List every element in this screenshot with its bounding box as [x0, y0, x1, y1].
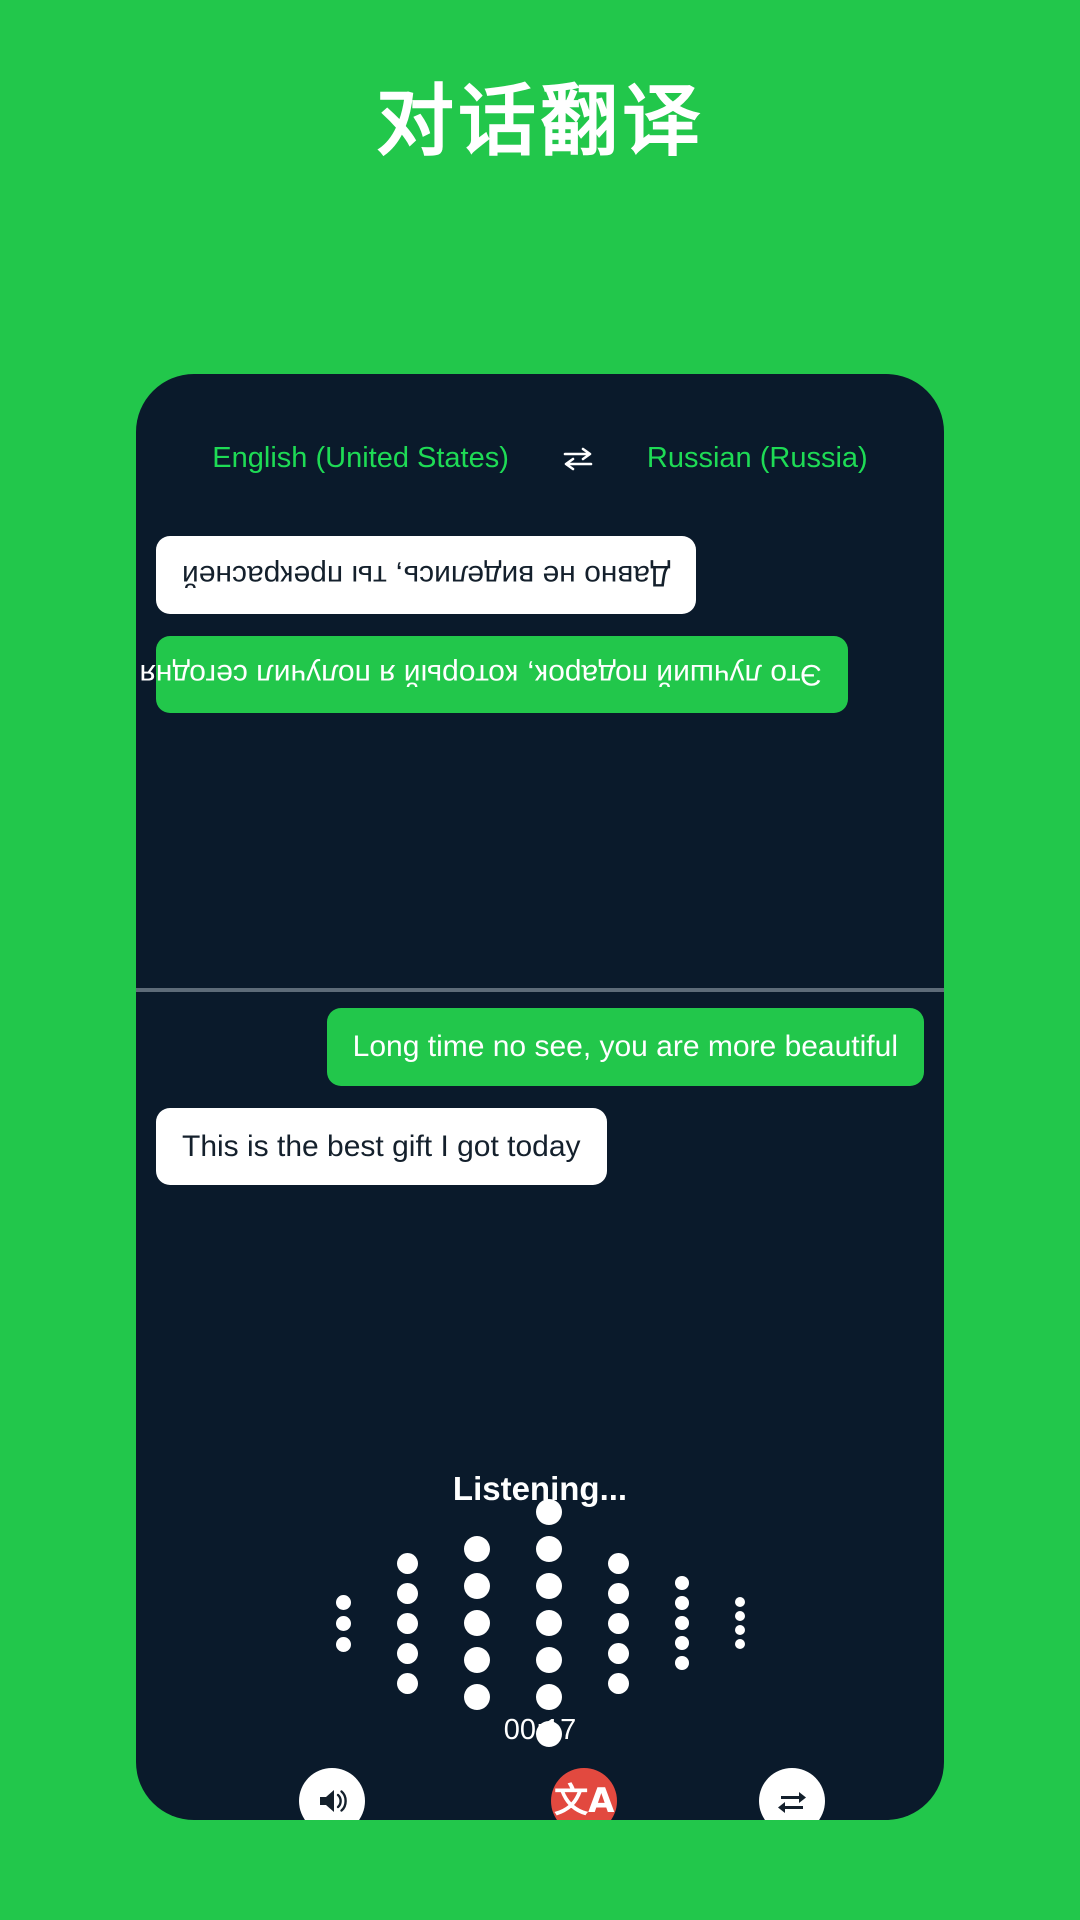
waveform-dot: [535, 1573, 562, 1599]
waveform-dot: [463, 1610, 490, 1636]
waveform-dot: [463, 1536, 490, 1562]
waveform-dot: [396, 1552, 418, 1574]
waveform-dot: [607, 1552, 629, 1574]
waveform-dot: [607, 1672, 629, 1694]
original-transcript: Long time no see, you are more beautiful…: [136, 1008, 944, 1278]
recording-timer: 00:17: [503, 1714, 577, 1746]
waveform-dot: [335, 1615, 351, 1631]
waveform-dot: [674, 1656, 689, 1670]
page-title: 对话翻译: [375, 77, 704, 167]
toggle-button[interactable]: Toggle: [751, 1768, 834, 1820]
message-row: Давно не виделись, ты прекрасней: [136, 536, 944, 614]
quit-button[interactable]: 文A Quit: [551, 1768, 618, 1820]
target-language-label[interactable]: Russian (Russia): [647, 442, 868, 475]
waveform-dot: [607, 1642, 629, 1664]
waveform-dot: [535, 1684, 562, 1710]
language-bar: English (United States) Russian (Russia): [136, 442, 944, 475]
message-row: Long time no see, you are more beautiful: [136, 1008, 944, 1086]
waveform-dot: [396, 1582, 418, 1604]
waveform-dot: [535, 1647, 562, 1673]
waveform-column: [607, 1552, 629, 1694]
waveform-dot: [674, 1636, 689, 1650]
translate-icon[interactable]: 文A: [551, 1768, 618, 1820]
waveform-dot: [734, 1639, 745, 1649]
waveform-dot: [396, 1672, 418, 1694]
waveform-dot: [463, 1647, 490, 1673]
waveform-dot: [335, 1594, 351, 1610]
speaker-toggle-button[interactable]: Speaker is on: [247, 1768, 418, 1820]
waveform-dot: [535, 1610, 562, 1636]
waveform-column: [463, 1536, 490, 1710]
waveform-dot: [463, 1684, 490, 1710]
waveform-column: [396, 1552, 418, 1694]
message-bubble-original-1[interactable]: Long time no see, you are more beautiful: [326, 1008, 924, 1086]
swap-arrows-icon[interactable]: [561, 444, 595, 474]
waveform-dot: [674, 1576, 689, 1590]
speaker-on-icon[interactable]: [299, 1768, 366, 1820]
waveform-dot: [535, 1499, 562, 1525]
waveform-column: [674, 1576, 689, 1670]
toggle-repeat-icon[interactable]: [759, 1768, 826, 1820]
waveform-column: [335, 1594, 351, 1652]
waveform-dot: [607, 1582, 629, 1604]
phone-panel: English (United States) Russian (Russia)…: [136, 374, 944, 1820]
translate-glyph: 文A: [554, 1781, 615, 1820]
waveform-dot: [734, 1625, 745, 1635]
message-bubble-translated-1[interactable]: Это лучший подарок, который я получил се…: [140, 635, 848, 714]
waveform-dot: [734, 1597, 745, 1607]
message-bubble-translated-2[interactable]: Давно не виделись, ты прекрасней: [156, 536, 697, 614]
waveform-dot: [396, 1642, 418, 1664]
source-language-label[interactable]: English (United States): [212, 442, 509, 475]
message-row: This is the best gift I got today: [136, 1107, 944, 1186]
waveform-dot: [734, 1611, 745, 1621]
control-bar: Speaker is on 文A Quit Toggle: [136, 1768, 944, 1820]
waveform-dot: [335, 1636, 351, 1652]
waveform-dot: [607, 1612, 629, 1634]
waveform-dot: [535, 1536, 562, 1562]
waveform-dot: [674, 1616, 689, 1630]
translated-transcript-flipped: Это лучший подарок, который я получил се…: [136, 522, 944, 990]
waveform-dot: [463, 1573, 490, 1599]
waveform-column: [734, 1597, 745, 1649]
waveform-dot: [674, 1596, 689, 1610]
message-bubble-original-2[interactable]: This is the best gift I got today: [156, 1107, 607, 1186]
waveform-dot: [396, 1612, 418, 1634]
waveform-column: [535, 1499, 562, 1747]
transcript-divider: [136, 988, 944, 992]
audio-waveform-visualizer: [136, 1499, 944, 1747]
message-row: Это лучший подарок, который я получил се…: [136, 635, 944, 714]
